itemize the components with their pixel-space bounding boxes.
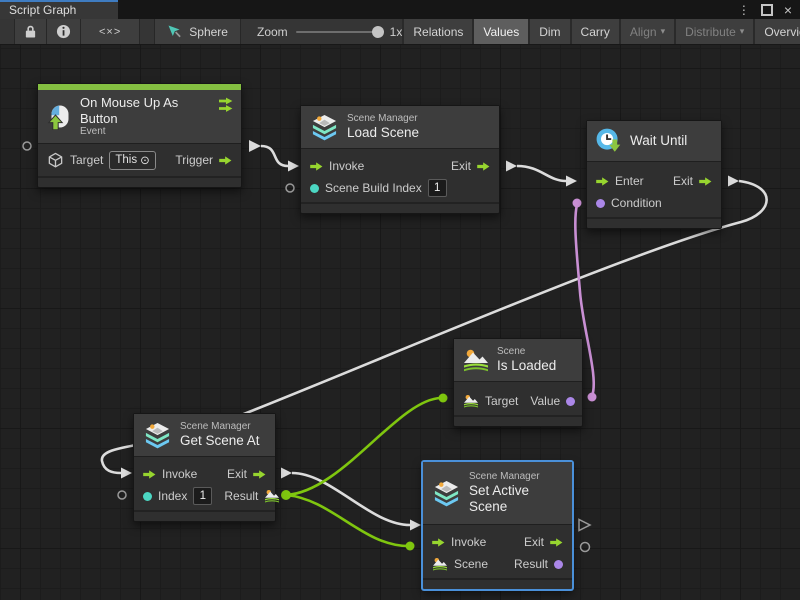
port-waituntil-enter-in[interactable] bbox=[566, 176, 577, 187]
result-port-icon bbox=[554, 560, 563, 569]
value-port-icon bbox=[566, 397, 575, 406]
port-waituntil-exit-out[interactable] bbox=[728, 176, 739, 187]
node-on-mouse-up-as-button[interactable]: On Mouse Up As Button Event Target This … bbox=[37, 83, 242, 188]
node-category: Scene Manager bbox=[347, 113, 419, 125]
port-setactive-exit-unconnected[interactable] bbox=[579, 520, 590, 531]
flow-arrow-icon bbox=[550, 538, 563, 547]
node-footer bbox=[587, 217, 721, 228]
exit-label: Exit bbox=[524, 535, 544, 549]
node-title: On Mouse Up As Button bbox=[80, 95, 210, 126]
port-loadscene-exit-out[interactable] bbox=[506, 161, 517, 172]
node-category: Scene Manager bbox=[469, 471, 563, 483]
index-input[interactable]: 1 bbox=[193, 487, 212, 505]
node-title: Set Active Scene bbox=[469, 483, 563, 515]
scene-icon bbox=[463, 348, 489, 372]
int-port-icon bbox=[310, 184, 319, 193]
node-footer bbox=[134, 510, 275, 521]
scene-build-index-label: Scene Build Index bbox=[325, 181, 422, 195]
node-is-loaded[interactable]: Scene Is Loaded Target Value bbox=[453, 338, 583, 427]
flow-arrow-icon bbox=[219, 156, 232, 165]
target-label: Target bbox=[70, 153, 103, 167]
port-setactive-scene-in[interactable] bbox=[406, 542, 415, 551]
port-loadscene-invoke-in[interactable] bbox=[288, 161, 299, 172]
scene-icon bbox=[463, 394, 479, 408]
trigger-label: Trigger bbox=[175, 153, 213, 167]
scene-build-index-input[interactable]: 1 bbox=[428, 179, 447, 197]
int-port-icon bbox=[143, 492, 152, 501]
node-wait-until[interactable]: Wait Until Enter Exit Condition bbox=[586, 120, 722, 229]
port-getsceneat-exit-out[interactable] bbox=[281, 468, 292, 479]
script-graph-window: Script Graph ⋮ × <×> Sphere Zoom 1x bbox=[0, 0, 800, 600]
node-subtitle: Event bbox=[80, 126, 210, 138]
port-isloaded-target-in[interactable] bbox=[439, 394, 448, 403]
enter-label: Enter bbox=[615, 174, 644, 188]
cube-icon bbox=[47, 152, 64, 169]
port-getsceneat-index-unconnected[interactable] bbox=[118, 491, 126, 499]
exit-label: Exit bbox=[673, 174, 693, 188]
condition-label: Condition bbox=[611, 196, 662, 210]
node-title: Load Scene bbox=[347, 125, 419, 141]
port-isloaded-value-out[interactable] bbox=[588, 393, 597, 402]
scene-manager-icon bbox=[143, 422, 172, 449]
port-loadscene-index-unconnected[interactable] bbox=[286, 184, 294, 192]
node-title: Wait Until bbox=[630, 133, 687, 149]
node-footer bbox=[38, 176, 241, 187]
node-footer bbox=[301, 202, 499, 213]
node-title: Get Scene At bbox=[180, 433, 260, 449]
flow-arrow-icon bbox=[253, 470, 266, 479]
exit-label: Exit bbox=[227, 467, 247, 481]
value-label: Value bbox=[530, 394, 560, 408]
invoke-label: Invoke bbox=[329, 159, 364, 173]
index-label: Index bbox=[158, 489, 187, 503]
scene-icon bbox=[432, 557, 448, 571]
port-setactive-result-unconnected[interactable] bbox=[581, 543, 590, 552]
condition-port-icon bbox=[596, 199, 605, 208]
wire-exit-to-setactive-invoke[interactable] bbox=[292, 473, 410, 525]
port-setactive-invoke-in[interactable] bbox=[410, 520, 421, 531]
node-load-scene[interactable]: Scene Manager Load Scene Invoke Exit Sce… bbox=[300, 105, 500, 214]
flow-arrow-icon bbox=[699, 177, 712, 186]
node-footer bbox=[454, 415, 582, 426]
flow-arrow-icon bbox=[596, 177, 609, 186]
exit-label: Exit bbox=[451, 159, 471, 173]
node-title: Is Loaded bbox=[497, 358, 556, 374]
port-getsceneat-invoke-in[interactable] bbox=[121, 468, 132, 479]
clock-icon bbox=[596, 128, 622, 154]
node-category: Scene Manager bbox=[180, 421, 260, 433]
port-trigger-out[interactable] bbox=[249, 140, 261, 152]
invoke-label: Invoke bbox=[451, 535, 486, 549]
flow-arrow-icon bbox=[143, 470, 156, 479]
scene-manager-icon bbox=[432, 480, 461, 507]
node-set-active-scene[interactable]: Scene Manager Set Active Scene Invoke Ex… bbox=[422, 461, 573, 590]
scene-label: Scene bbox=[454, 557, 488, 571]
result-label: Result bbox=[224, 489, 258, 503]
flow-arrow-icon bbox=[432, 538, 445, 547]
wire-result-to-isloaded-target[interactable] bbox=[286, 398, 441, 495]
mouse-icon bbox=[46, 104, 72, 130]
target-value-chip[interactable]: This ⊙ bbox=[109, 151, 155, 170]
scene-manager-icon bbox=[310, 114, 339, 141]
flow-arrow-icon bbox=[477, 162, 490, 171]
flow-arrow-icon bbox=[310, 162, 323, 171]
result-label: Result bbox=[514, 557, 548, 571]
scene-icon bbox=[264, 489, 280, 503]
target-label: Target bbox=[485, 394, 518, 408]
wire-trigger-to-invoke[interactable] bbox=[261, 146, 288, 166]
invoke-label: Invoke bbox=[162, 467, 197, 481]
port-mouseup-target-unconnected[interactable] bbox=[23, 142, 31, 150]
node-get-scene-at[interactable]: Scene Manager Get Scene At Invoke Exit I… bbox=[133, 413, 276, 522]
port-waituntil-condition-in[interactable] bbox=[573, 199, 582, 208]
wire-exit-to-enter[interactable] bbox=[517, 166, 566, 181]
target-picker-icon[interactable]: ⊙ bbox=[140, 153, 150, 167]
coroutine-arrows-icon bbox=[218, 97, 233, 112]
node-footer bbox=[423, 578, 572, 589]
node-category: Scene bbox=[497, 346, 556, 358]
port-getsceneat-result-out[interactable] bbox=[281, 490, 291, 500]
